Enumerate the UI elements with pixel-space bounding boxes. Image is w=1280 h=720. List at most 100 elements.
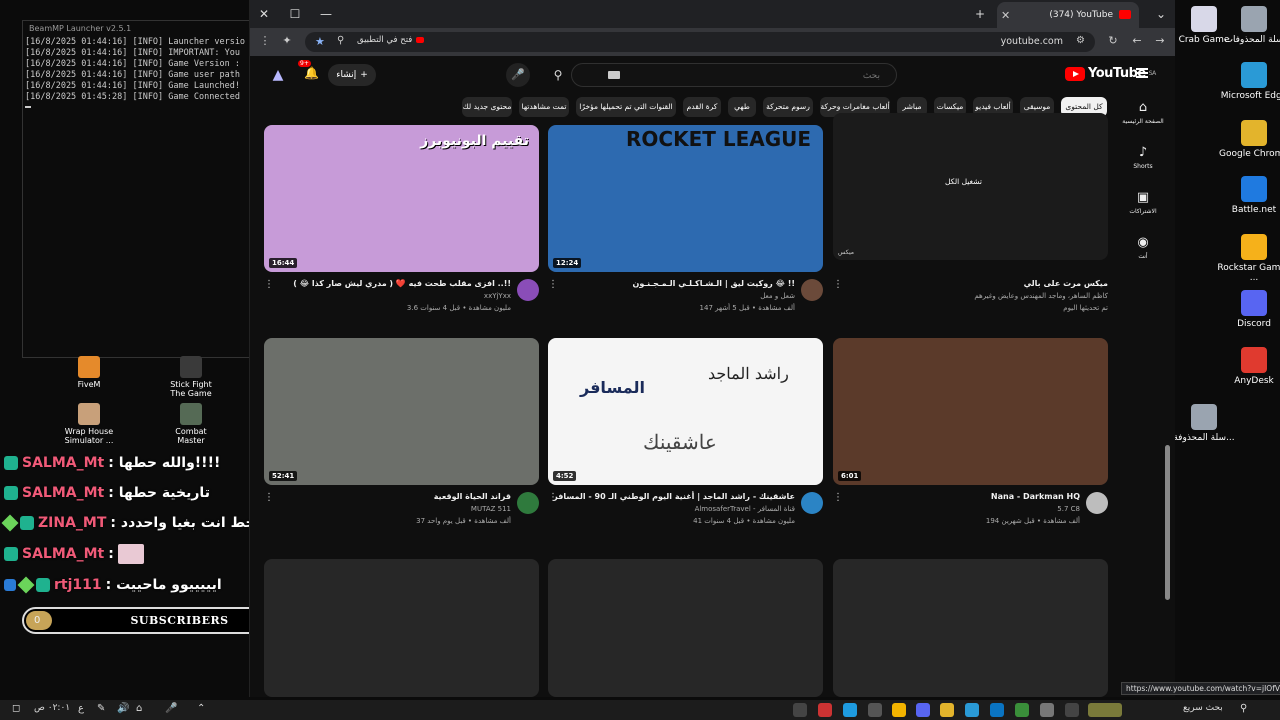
voice-search-mic-icon[interactable]: 🎤	[506, 63, 530, 87]
bookmark-star-icon[interactable]: ★	[315, 35, 325, 48]
volume-icon[interactable]: 🔊	[117, 703, 129, 714]
desktop-shortcut[interactable]: سلة المحذوفة...	[1164, 404, 1244, 443]
widgets-icon[interactable]	[1088, 703, 1122, 717]
more-options-icon[interactable]: ⋮	[548, 279, 558, 290]
extensions-icon[interactable]: ✦	[280, 34, 294, 47]
close-tab-icon[interactable]: ✕	[1001, 9, 1010, 22]
filter-chip[interactable]: كرة القدم	[683, 97, 721, 117]
menu-dots-icon[interactable]: ⋮	[258, 34, 272, 47]
desktop-shortcut[interactable]: Battle.net	[1214, 176, 1280, 215]
channel-name[interactable]: AlmosaferTravel - قناة المسافر	[695, 505, 795, 513]
video-title[interactable]: ميكس مرت على بالي	[1024, 279, 1108, 288]
task-view-icon[interactable]	[1065, 703, 1079, 717]
filter-chip[interactable]: تمت مشاهدتها	[519, 97, 569, 117]
desktop-shortcut[interactable]: Google Chrome	[1214, 120, 1280, 159]
tab-youtube[interactable]: ✕ (374) YouTube	[997, 2, 1139, 28]
channel-avatar[interactable]	[517, 279, 539, 301]
language-icon[interactable]: ع	[78, 703, 84, 714]
video-thumbnail[interactable]: 6:01	[833, 338, 1108, 485]
sidebar-item[interactable]: ◉ أنت	[1118, 235, 1168, 260]
zoom-icon[interactable]: ⚲	[337, 35, 344, 46]
video-title[interactable]: روكيت ليق | الـشـاكـلـي الـمـجـنـون 😂 !!	[633, 279, 796, 288]
site-settings-icon[interactable]: ⚙	[1076, 35, 1085, 46]
channel-name[interactable]: كاظم الساهر، وماجد المهندس وعايض وغيرهم	[974, 292, 1108, 300]
create-button[interactable]: إنشاء +	[328, 64, 376, 86]
more-options-icon[interactable]: ⋮	[833, 279, 843, 290]
desktop-shortcut[interactable]: FiveM	[54, 356, 124, 389]
mic-tray-icon[interactable]: 🎤	[165, 703, 177, 714]
channel-avatar[interactable]	[1086, 492, 1108, 514]
notifications-bell-icon[interactable]: 🔔 9+	[298, 60, 320, 82]
file-explorer-icon[interactable]	[940, 703, 954, 717]
page-scrollbar[interactable]	[1165, 445, 1170, 600]
search-box[interactable]	[571, 63, 897, 87]
desktop-shortcut[interactable]: Wrap House Simulator ...	[54, 403, 124, 445]
video-title[interactable]: Nana - Darkman HQ	[991, 492, 1080, 501]
notification-icon[interactable]: ◻	[12, 703, 20, 714]
beammp-launcher-window[interactable]: BeamMP Launcher v2.5.1 [16/8/2025 01:44:…	[22, 20, 250, 358]
video-thumbnail[interactable]: 52:41	[264, 338, 539, 485]
tray-chevron-icon[interactable]: ⌃	[197, 703, 205, 714]
video-thumbnail[interactable]: تشغيل الكل ميكس	[833, 113, 1108, 260]
desktop-shortcut[interactable]: Discord	[1214, 290, 1280, 329]
channel-avatar[interactable]	[801, 492, 823, 514]
more-options-icon[interactable]: ⋮	[264, 492, 274, 503]
video-title[interactable]: افزى مقلب طحت فيه ❤️ ( مدري ليش صار كذا …	[293, 279, 511, 288]
taskbar-app-icon[interactable]	[868, 703, 882, 717]
pen-icon[interactable]: ✎	[97, 703, 105, 714]
video-title[interactable]: قراند الحياة الوقعية	[434, 492, 511, 501]
desktop-shortcut[interactable]: AnyDesk	[1214, 347, 1280, 386]
desktop-shortcut[interactable]: Microsoft Edge	[1214, 62, 1280, 101]
open-in-app-button[interactable]: فتح في التطبيق	[357, 35, 425, 45]
play-all-overlay[interactable]: تشغيل الكل	[945, 177, 982, 186]
edge-taskbar-icon[interactable]	[965, 703, 979, 717]
start-search-icon[interactable]: ⚲	[1240, 703, 1247, 714]
search-icon[interactable]: ⚲	[544, 63, 572, 87]
video-thumbnail[interactable]: تقييم البونيوبرز 16:44	[264, 125, 539, 272]
desktop-shortcut[interactable]: Rockstar Games ...	[1214, 234, 1280, 283]
video-thumbnail[interactable]: ROCKET LEAGUE 12:24	[548, 125, 823, 272]
video-thumbnail[interactable]: راشد الماجد المسافر عاشقينك 4:52	[548, 338, 823, 485]
sidebar-item[interactable]: ♪ Shorts	[1118, 145, 1168, 170]
search-input[interactable]	[596, 64, 896, 86]
discord-taskbar-icon[interactable]	[916, 703, 930, 717]
channel-name[interactable]: 5.7 C8	[1057, 505, 1080, 513]
video-title[interactable]: عاشقينك - راشد الماجد | أغنية اليوم الوط…	[553, 492, 795, 501]
omnibox[interactable]: ★ ⚲ فتح في التطبيق youtube.com ⚙	[305, 32, 1095, 52]
taskbar-app-icon[interactable]	[990, 703, 1004, 717]
desktop-shortcut[interactable]: سلة المحذوفات	[1214, 6, 1280, 45]
desktop-shortcut[interactable]: Combat Master	[156, 403, 226, 445]
account-avatar-icon[interactable]: ▲	[268, 65, 288, 85]
taskbar-app-icon[interactable]	[818, 703, 832, 717]
maximize-icon[interactable]: ☐	[287, 6, 303, 22]
channel-avatar[interactable]	[517, 492, 539, 514]
channel-name[interactable]: شعل و معل	[760, 292, 795, 300]
channel-avatar[interactable]	[801, 279, 823, 301]
taskbar-app-icon[interactable]	[1040, 703, 1054, 717]
minimize-icon[interactable]: —	[318, 6, 334, 22]
taskbar-search-label[interactable]: بحث سريع	[1183, 703, 1223, 713]
chrome-taskbar-icon[interactable]	[892, 703, 906, 717]
close-window-icon[interactable]: ✕	[256, 6, 272, 22]
filter-chip[interactable]: محتوى جديد لك	[462, 97, 512, 117]
hamburger-menu-icon[interactable]	[1136, 68, 1148, 78]
sidebar-item[interactable]: ⌂ الصفحة الرئيسية	[1118, 100, 1168, 125]
tab-search-icon[interactable]: ⌄	[1153, 6, 1169, 22]
desktop-shortcut[interactable]: Stick Fight The Game	[156, 356, 226, 398]
taskbar-app-icon[interactable]	[793, 703, 807, 717]
taskbar-app-icon[interactable]	[1015, 703, 1029, 717]
more-options-icon[interactable]: ⋮	[548, 492, 558, 503]
network-icon[interactable]: ⌂	[136, 703, 142, 714]
more-options-icon[interactable]: ⋮	[264, 279, 274, 290]
back-icon[interactable]: ←	[1130, 34, 1144, 47]
filter-chip[interactable]: طهي	[728, 97, 756, 117]
more-options-icon[interactable]: ⋮	[833, 492, 843, 503]
channel-name[interactable]: MUTAZ 511	[471, 505, 511, 513]
channel-name[interactable]: xxYjYxx	[484, 292, 511, 300]
filter-chip[interactable]: القنوات التي تم تحميلها مؤخرًا	[576, 97, 676, 117]
taskbar-app-icon[interactable]	[843, 703, 857, 717]
reload-icon[interactable]: ↻	[1106, 34, 1120, 47]
sidebar-item[interactable]: ▣ الاشتراكات	[1118, 190, 1168, 215]
new-tab-icon[interactable]: +	[972, 6, 988, 22]
forward-icon[interactable]: →	[1153, 34, 1167, 47]
